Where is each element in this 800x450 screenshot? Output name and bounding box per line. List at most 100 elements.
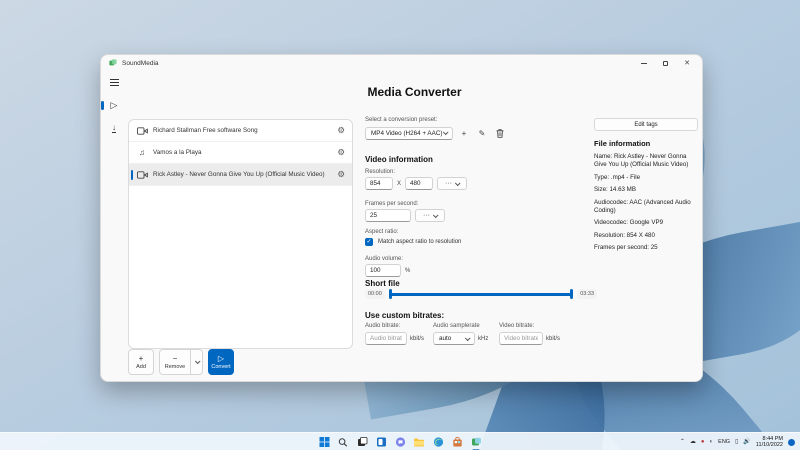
video-bitrate-label: Video bitrate: [499,323,534,329]
trim-slider: 00:00 03:33 [365,289,597,299]
nav-convert[interactable]: ▷ [105,98,123,113]
samplerate-unit: kHz [478,336,488,342]
audio-bitrate-label: Audio bitrate: [365,323,400,329]
file-info-type: Type: .mp4 - File [594,174,698,182]
audio-file-icon: ♫ [136,148,148,157]
resolution-presets-button[interactable]: ··· [437,177,467,190]
delete-preset-button[interactable] [493,126,507,140]
chevron-down-icon [455,180,461,186]
chevron-down-icon [465,335,471,341]
notification-badge[interactable] [788,439,795,446]
chevron-down-icon [194,358,200,364]
chat-button[interactable] [395,437,406,448]
remove-button-label: Remove [165,364,185,370]
tray-shield-icon[interactable]: ◐ [710,439,714,445]
search-icon [339,438,348,447]
date: 11/10/2022 [756,442,783,449]
plus-icon: + [462,129,467,138]
play-icon: ▷ [218,355,224,363]
remove-button[interactable]: − Remove [159,349,191,375]
file-name: Vamos a la Playa [153,149,202,156]
file-info-name: Name: Rick Astley - Never Gonna Give You… [594,153,698,169]
samplerate-select[interactable]: auto [433,332,475,345]
menu-button[interactable] [105,75,123,90]
gear-icon[interactable]: ⚙ [337,126,345,135]
edge-button[interactable] [433,437,444,448]
list-item[interactable]: ♫ Vamos a la Playa ⚙ [129,142,352,164]
maximize-icon[interactable] [663,61,668,66]
fps-presets-button[interactable]: ··· [415,209,445,222]
audio-volume-input[interactable] [365,264,401,277]
add-preset-button[interactable]: + [457,126,471,140]
folder-icon [414,438,425,447]
file-info-videocodec: Videocodec: Google VP9 [594,219,698,227]
video-file-icon [136,171,148,179]
task-view-button[interactable] [357,437,368,448]
aspect-ratio-checkbox[interactable]: ✓ [365,238,373,246]
file-name: Richard Stallman Free software Song [153,127,258,134]
samplerate-value: auto [439,335,451,342]
convert-button[interactable]: ▷ Convert [208,349,234,375]
minimize-icon[interactable] [641,63,647,64]
edge-icon [433,437,443,447]
file-info-size: Size: 14.63 MB [594,186,698,194]
search-button[interactable] [338,437,349,448]
trim-end-time: 03:33 [577,289,597,299]
volume-icon[interactable]: 🔊 [743,439,750,445]
store-icon [452,437,462,447]
close-icon[interactable]: ✕ [684,60,690,67]
add-button-label: Add [136,364,146,370]
convert-nav-icon: ▷ [111,100,118,111]
resolution-separator: X [397,181,401,187]
gear-icon[interactable]: ⚙ [337,170,345,179]
taskbar: ⌃ ☁ ● ◐ ENG ▯ 🔊 8:44 PM 11/10/2022 [0,432,800,450]
trim-start-time: 00:00 [365,289,385,299]
preset-select[interactable]: MP4 Video (H264 + AAC) [365,127,453,140]
language-indicator[interactable]: ENG [718,439,730,445]
tray-app-icon[interactable]: ● [701,439,705,445]
list-item-selected[interactable]: Rick Astley - Never Gonna Give You Up (O… [129,164,352,186]
media-converter-app-button[interactable] [471,437,482,448]
audio-volume-label: Audio volume: [365,256,403,262]
fps-input[interactable] [365,209,411,222]
remove-dropdown-button[interactable] [191,349,203,375]
list-item[interactable]: Richard Stallman Free software Song ⚙ [129,120,352,142]
resolution-width-input[interactable] [365,177,393,190]
nav-download[interactable]: ↓ [105,121,123,136]
window-title: SoundMedia [122,60,159,67]
audio-bitrate-input[interactable] [365,332,407,345]
gear-icon[interactable]: ⚙ [337,148,345,157]
add-button[interactable]: + Add [128,349,154,375]
trim-start-handle[interactable] [389,289,393,299]
widgets-button[interactable] [376,437,387,448]
fps-label: Frames per second: [365,201,418,207]
tray-chevron-up-icon[interactable]: ⌃ [680,439,685,445]
ellipsis-icon: ··· [445,180,452,187]
page-title: Media Converter [127,85,702,99]
plus-icon: + [139,355,144,363]
edit-preset-button[interactable]: ✎ [475,126,489,140]
video-info-header: Video information [365,155,433,164]
edit-tags-button[interactable]: Edit tags [594,118,698,131]
video-bitrate-input[interactable] [499,332,543,345]
custom-bitrates-header: Use custom bitrates: [365,311,444,320]
preset-value: MP4 Video (H264 + AAC) [371,130,442,137]
trim-slider-track[interactable] [390,293,572,296]
samplerate-label: Audio samplerate [433,323,480,329]
video-bitrate-unit: kbit/s [546,336,560,342]
trash-icon [496,129,504,138]
tray-onedrive-icon[interactable]: ☁ [690,439,696,445]
battery-icon[interactable]: ▯ [735,439,738,445]
trim-end-handle[interactable] [570,289,574,299]
file-info-header: File information [594,139,698,148]
video-file-icon [136,127,148,135]
resolution-height-input[interactable] [405,177,433,190]
file-explorer-button[interactable] [414,437,425,448]
file-info-audiocodec: Audiocodec: AAC (Advanced Audio Coding) [594,199,698,215]
start-button[interactable] [319,437,330,448]
clock[interactable]: 8:44 PM 11/10/2022 [756,436,783,449]
file-name: Rick Astley - Never Gonna Give You Up (O… [153,171,325,178]
store-button[interactable] [452,437,463,448]
desktop-wallpaper: SoundMedia ✕ ▷ ↓ Media Converter Richard… [0,0,800,450]
app-window: SoundMedia ✕ ▷ ↓ Media Converter Richard… [100,54,703,382]
